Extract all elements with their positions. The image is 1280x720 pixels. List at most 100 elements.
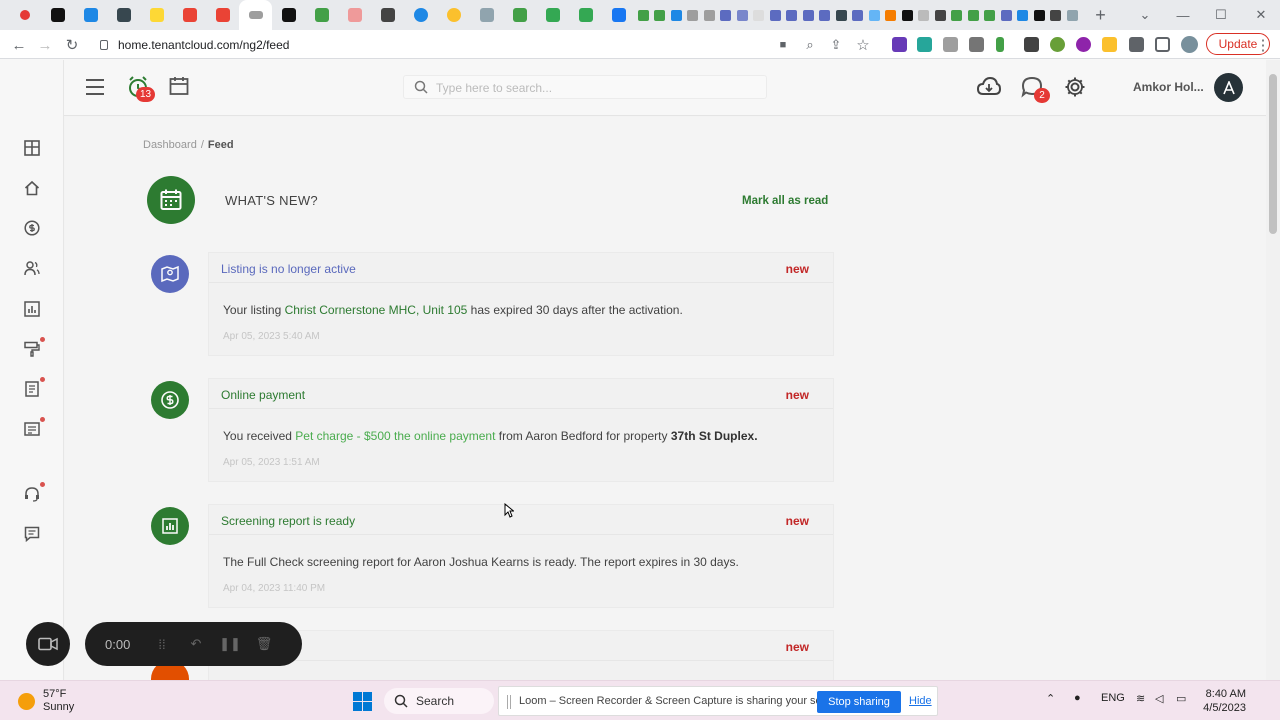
hide-sharing-bar-link[interactable]: Hide xyxy=(909,695,932,707)
tab[interactable] xyxy=(272,0,305,30)
search-input[interactable] xyxy=(436,79,756,97)
tab[interactable] xyxy=(536,0,569,30)
tab[interactable] xyxy=(850,0,867,30)
tab[interactable] xyxy=(8,0,41,30)
tab[interactable] xyxy=(701,0,718,30)
tab[interactable] xyxy=(437,0,470,30)
sidepanel-icon[interactable] xyxy=(1155,37,1170,52)
tab-search-icon[interactable]: ⌄ xyxy=(1126,0,1164,30)
tab[interactable] xyxy=(751,0,768,30)
extension-icon[interactable] xyxy=(969,37,984,52)
share-icon[interactable]: ⇪ xyxy=(825,34,847,56)
system-clock[interactable]: 8:40 AM 4/5/2023 xyxy=(1198,687,1246,715)
back-icon[interactable]: ← xyxy=(8,34,30,56)
sidebar-item-people[interactable] xyxy=(22,258,42,278)
maximize-icon[interactable]: ☐ xyxy=(1202,0,1240,30)
extension-icon[interactable] xyxy=(943,37,958,52)
tab[interactable] xyxy=(1048,0,1065,30)
calendar-icon[interactable] xyxy=(169,76,189,96)
tab[interactable] xyxy=(503,0,536,30)
sidebar-item-support[interactable] xyxy=(22,482,45,504)
drag-handle-icon[interactable]: ⁞⁞ xyxy=(153,635,171,653)
forward-icon[interactable]: → xyxy=(34,34,56,56)
tab[interactable] xyxy=(338,0,371,30)
volume-icon[interactable]: ◁ xyxy=(1155,692,1163,705)
wifi-icon[interactable]: ≋ xyxy=(1136,692,1145,705)
profile-avatar[interactable] xyxy=(1181,36,1198,53)
tab[interactable] xyxy=(998,0,1015,30)
tab[interactable] xyxy=(470,0,503,30)
restart-icon[interactable]: ↶ xyxy=(187,635,205,653)
tab[interactable] xyxy=(140,0,173,30)
zoom-icon[interactable]: ⌕ xyxy=(799,34,821,56)
tab[interactable] xyxy=(569,0,602,30)
tab[interactable] xyxy=(965,0,982,30)
tab[interactable] xyxy=(833,0,850,30)
sidebar-item-maintenance[interactable] xyxy=(22,337,45,359)
sidebar-item-feedback[interactable] xyxy=(22,524,42,544)
sidebar-item-listings[interactable] xyxy=(22,417,45,439)
tab[interactable] xyxy=(899,0,916,30)
sidebar-item-dashboard[interactable] xyxy=(22,138,42,158)
hamburger-menu-icon[interactable] xyxy=(85,78,105,96)
minimize-icon[interactable]: — xyxy=(1164,0,1202,30)
tab-active[interactable] xyxy=(239,0,272,30)
tab[interactable] xyxy=(932,0,949,30)
sidebar-item-properties[interactable] xyxy=(22,178,42,198)
tab[interactable] xyxy=(652,0,669,30)
messages-button[interactable]: 2 xyxy=(1020,75,1052,105)
tab[interactable] xyxy=(404,0,437,30)
drag-grip-icon[interactable] xyxy=(507,695,511,709)
microphone-icon[interactable]: ● xyxy=(1074,692,1081,704)
tab[interactable] xyxy=(371,0,404,30)
extension-icon[interactable] xyxy=(996,37,1004,52)
account-avatar[interactable] xyxy=(1214,73,1243,102)
tab[interactable] xyxy=(41,0,74,30)
extension-icon[interactable] xyxy=(1024,37,1039,52)
extension-icon[interactable] xyxy=(917,37,932,52)
page-scrollbar-thumb[interactable] xyxy=(1269,74,1277,234)
tab[interactable] xyxy=(602,0,635,30)
tab[interactable] xyxy=(817,0,834,30)
stop-sharing-button[interactable]: Stop sharing xyxy=(817,691,901,713)
tab[interactable] xyxy=(1015,0,1032,30)
tab[interactable] xyxy=(883,0,900,30)
pause-icon[interactable]: ❚❚ xyxy=(219,635,241,653)
tab[interactable] xyxy=(635,0,652,30)
alarm-notifications[interactable]: 13 xyxy=(126,75,156,103)
show-hidden-icons-chevron-icon[interactable]: ⌃ xyxy=(1046,692,1055,705)
new-tab-button[interactable]: + xyxy=(1091,5,1111,25)
tab[interactable] xyxy=(949,0,966,30)
tab[interactable] xyxy=(107,0,140,30)
tab[interactable] xyxy=(866,0,883,30)
extension-icon[interactable] xyxy=(892,37,907,52)
tab[interactable] xyxy=(784,0,801,30)
address-bar[interactable]: home.tenantcloud.com/ng2/feed xyxy=(94,34,784,56)
camera-icon[interactable]: ■ xyxy=(772,34,794,56)
tab[interactable] xyxy=(916,0,933,30)
extension-icon[interactable] xyxy=(1050,37,1065,52)
weather-widget[interactable]: 57°F Sunny xyxy=(43,688,74,714)
puzzle-icon[interactable] xyxy=(1129,37,1144,52)
tab[interactable] xyxy=(305,0,338,30)
tab[interactable] xyxy=(718,0,735,30)
tab[interactable] xyxy=(173,0,206,30)
tab[interactable] xyxy=(1031,0,1048,30)
tab[interactable] xyxy=(1064,0,1081,30)
tab[interactable] xyxy=(206,0,239,30)
tab[interactable] xyxy=(685,0,702,30)
close-window-icon[interactable]: ✕ xyxy=(1242,0,1280,30)
recorder-camera-button[interactable] xyxy=(26,622,70,666)
settings-gear-icon[interactable] xyxy=(1064,76,1086,98)
tab[interactable] xyxy=(74,0,107,30)
bookmark-star-icon[interactable]: ☆ xyxy=(852,34,874,56)
taskbar-search[interactable]: Search xyxy=(384,688,494,714)
delete-icon[interactable]: 🗑 xyxy=(255,635,273,653)
sun-weather-icon[interactable] xyxy=(18,693,35,710)
tab[interactable] xyxy=(982,0,999,30)
tab[interactable] xyxy=(668,0,685,30)
tab[interactable] xyxy=(734,0,751,30)
extension-icon[interactable] xyxy=(1076,37,1091,52)
menu-kebab-icon[interactable]: ⋮ xyxy=(1252,34,1274,56)
reload-icon[interactable]: ↻ xyxy=(61,34,83,56)
